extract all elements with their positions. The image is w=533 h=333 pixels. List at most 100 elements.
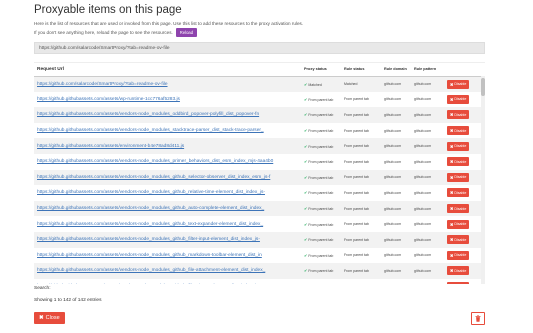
- column-header-rule-status[interactable]: Rule status: [342, 63, 382, 77]
- table-row: https://github.githubassets.com/assets/e…: [34, 138, 485, 154]
- close-icon: ✖: [450, 128, 454, 134]
- table-row: https://github.githubassets.com/assets/v…: [34, 154, 485, 170]
- proxy-status-text: From parent tab: [308, 191, 334, 196]
- proxy-status-text: Matched: [308, 82, 322, 87]
- proxy-status-cell: ✔From parent tab: [302, 263, 342, 279]
- rule-status-cell: From parent tab: [344, 159, 369, 164]
- disable-button-label: Disable: [454, 175, 467, 180]
- rule-domain-cell: github.com: [382, 76, 412, 92]
- actions-cell: ✖Disable: [445, 107, 485, 123]
- actions-cell: ✖Disable: [445, 231, 485, 248]
- rule-pattern-cell: github.com: [414, 128, 432, 133]
- disable-button[interactable]: ✖Disable: [447, 79, 470, 89]
- column-header-rule-pattern[interactable]: Rule pattern: [412, 63, 445, 77]
- request-url-link[interactable]: https://github.githubassets.com/assets/v…: [34, 231, 302, 248]
- rule-status-cell: From parent tab: [344, 190, 369, 195]
- close-button-label: Close: [45, 315, 60, 321]
- rule-status-cell: From parent tab: [342, 107, 382, 123]
- proxy-status-cell: ✔From parent tab: [302, 169, 342, 186]
- request-url-link[interactable]: https://github.githubassets.com/assets/e…: [34, 138, 302, 154]
- check-icon: ✔: [304, 112, 308, 118]
- actions-cell: ✖Disable: [445, 200, 485, 217]
- column-header-proxy-status[interactable]: Proxy status: [302, 63, 342, 77]
- close-icon: ✖: [39, 315, 44, 321]
- rule-status-cell: From parent tab: [344, 222, 369, 227]
- close-icon: ✖: [450, 221, 454, 227]
- proxy-status-text: From parent tab: [308, 129, 334, 134]
- check-icon: ✔: [304, 96, 308, 102]
- proxy-status-text: From parent tab: [308, 207, 334, 212]
- request-url-link[interactable]: https://github.githubassets.com/assets/v…: [34, 107, 302, 123]
- column-header-rule-domain[interactable]: Rule domain: [382, 63, 412, 77]
- check-icon: ✔: [304, 128, 308, 134]
- request-url-link[interactable]: https://github.githubassets.com/assets/v…: [34, 169, 302, 186]
- disable-button-label: Disable: [454, 128, 467, 133]
- table-row: https://github.githubassets.com/assets/v…: [34, 263, 485, 279]
- rule-pattern-cell: github.com: [412, 200, 445, 217]
- disable-button-label: Disable: [454, 237, 467, 242]
- proxy-status-cell: ✔From parent tab: [302, 185, 342, 201]
- close-icon: ✖: [450, 96, 454, 102]
- close-icon: ✖: [450, 237, 454, 243]
- check-icon: ✔: [304, 159, 308, 165]
- check-icon: ✔: [304, 206, 308, 212]
- disable-button-label: Disable: [454, 268, 467, 273]
- rule-status-cell: From parent tab: [342, 169, 382, 186]
- rule-status-cell: From parent tab: [342, 279, 382, 284]
- request-url-link[interactable]: https://github.githubassets.com/assets/v…: [34, 279, 302, 284]
- disable-button-label: Disable: [454, 222, 467, 227]
- disable-button[interactable]: ✖Disable: [447, 110, 470, 120]
- rule-status-cell: From parent tab: [344, 128, 369, 133]
- table-scrollbar[interactable]: [481, 76, 485, 284]
- proxy-status-cell: ✔From parent tab: [302, 92, 342, 108]
- actions-cell: ✖Disable: [445, 263, 485, 279]
- actions-cell: ✖Disable: [445, 248, 485, 264]
- request-url-link[interactable]: https://github.githubassets.com/assets/v…: [34, 263, 302, 279]
- close-button[interactable]: ✖ Close: [34, 312, 65, 324]
- reload-hint: If you don't see anything here, reload t…: [34, 30, 173, 35]
- disable-button-label: Disable: [454, 144, 467, 149]
- disable-button[interactable]: ✖Disable: [447, 157, 470, 167]
- page-url-field: https://github.com/salarcode/SmartProxy/…: [34, 42, 485, 54]
- disable-button[interactable]: ✖Disable: [447, 172, 470, 182]
- disable-button[interactable]: ✖Disable: [447, 282, 470, 284]
- close-icon: ✖: [450, 252, 454, 258]
- proxy-status-cell: ✔From parent tab: [302, 279, 342, 284]
- disable-button[interactable]: ✖Disable: [447, 126, 470, 136]
- reload-hint-row: If you don't see anything here, reload t…: [34, 28, 198, 37]
- disable-button[interactable]: ✖Disable: [447, 188, 470, 198]
- request-url-link[interactable]: https://github.githubassets.com/assets/v…: [34, 216, 302, 232]
- disable-button[interactable]: ✖Disable: [447, 235, 470, 245]
- request-url-link[interactable]: https://github.githubassets.com/assets/v…: [34, 185, 302, 201]
- disable-button[interactable]: ✖Disable: [447, 266, 470, 276]
- request-url-link[interactable]: https://github.githubassets.com/assets/v…: [34, 123, 302, 139]
- disable-button-label: Disable: [454, 206, 467, 211]
- rule-domain-cell: github.com: [384, 97, 402, 102]
- reload-button[interactable]: Reload: [175, 28, 198, 37]
- rule-domain-cell: github.com: [382, 138, 412, 154]
- rule-status-cell: From parent tab: [342, 138, 382, 154]
- actions-cell: ✖Disable: [445, 92, 485, 108]
- disable-button[interactable]: ✖Disable: [447, 94, 470, 104]
- proxy-status-cell: ✔From parent tab: [302, 216, 342, 232]
- scrollbar-thumb[interactable]: [481, 78, 485, 96]
- request-url-link[interactable]: https://github.githubassets.com/assets/v…: [34, 248, 302, 264]
- disable-button[interactable]: ✖Disable: [447, 204, 470, 214]
- request-url-link[interactable]: https://github.com/salarcode/SmartProxy/…: [34, 76, 302, 92]
- disable-button[interactable]: ✖Disable: [447, 250, 470, 260]
- column-header-request-url[interactable]: Request Url: [34, 63, 302, 77]
- actions-cell: ✖Disable: [445, 138, 485, 154]
- request-url-link[interactable]: https://github.githubassets.com/assets/w…: [34, 92, 302, 108]
- rule-domain-cell: github.com: [384, 159, 402, 164]
- table-row: https://github.githubassets.com/assets/v…: [34, 248, 485, 264]
- disable-button[interactable]: ✖Disable: [447, 141, 470, 151]
- rule-status-cell: From parent tab: [342, 231, 382, 248]
- table-row: https://github.githubassets.com/assets/v…: [34, 123, 485, 139]
- rule-domain-cell: github.com: [384, 128, 402, 133]
- disable-button[interactable]: ✖Disable: [447, 219, 470, 229]
- page-title: Proxyable items on this page: [34, 4, 182, 16]
- request-url-link[interactable]: https://github.githubassets.com/assets/v…: [34, 200, 302, 217]
- clear-button[interactable]: [471, 312, 485, 325]
- request-url-link[interactable]: https://github.githubassets.com/assets/v…: [34, 154, 302, 170]
- actions-cell: ✖Disable: [445, 216, 485, 232]
